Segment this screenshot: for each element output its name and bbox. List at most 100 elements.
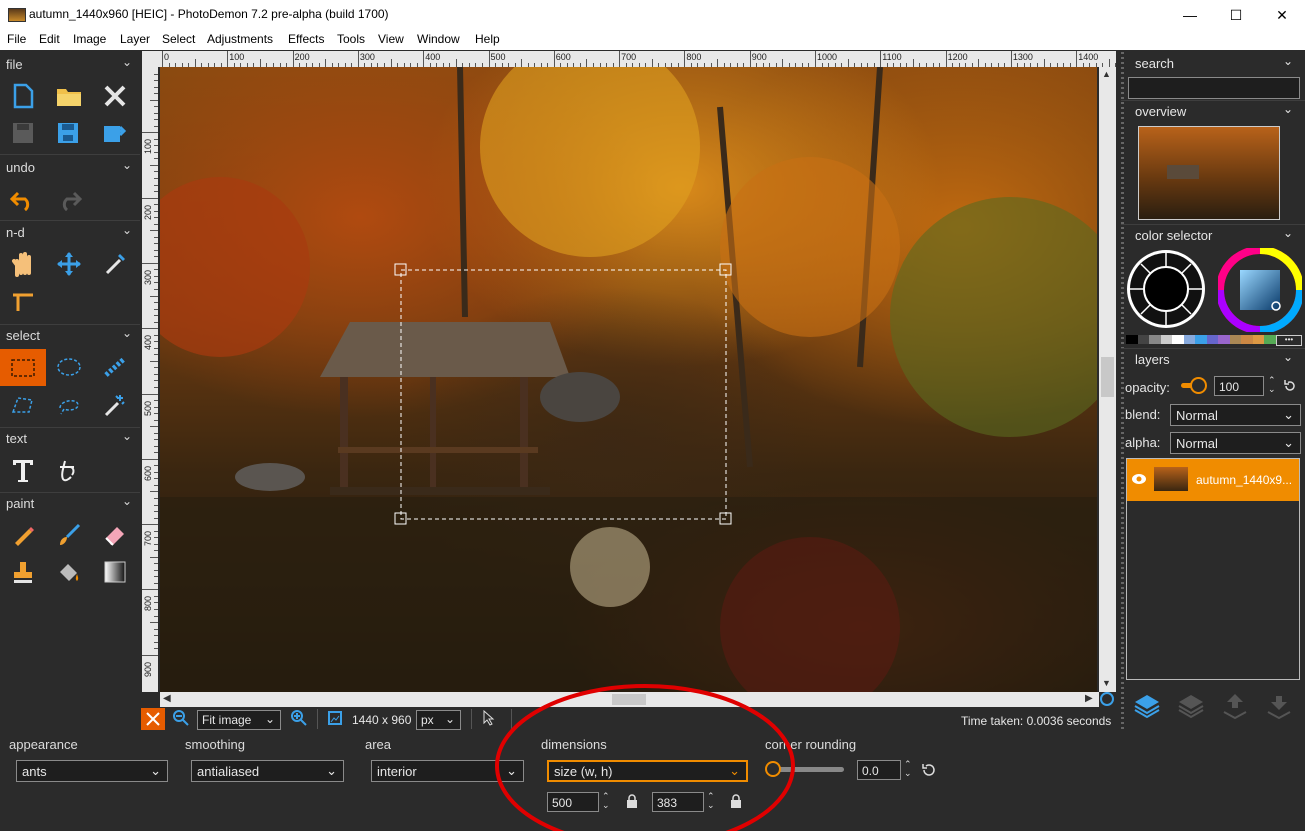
section-file[interactable]: file ⌄ — [0, 54, 140, 74]
reset-opacity-button[interactable] — [1283, 379, 1297, 396]
move-layer-up-button[interactable] — [1221, 692, 1249, 723]
scroll-down-icon[interactable]: ▼ — [1102, 678, 1111, 688]
section-nd[interactable]: n-d ⌄ — [0, 222, 140, 242]
fill-tool-button[interactable] — [47, 554, 91, 590]
section-undo[interactable]: undo ⌄ — [0, 157, 140, 177]
delete-layer-button[interactable] — [1177, 692, 1205, 723]
add-layer-button[interactable] — [1133, 692, 1161, 723]
section-select[interactable]: select ⌄ — [0, 325, 140, 345]
hand-tool-button[interactable] — [1, 246, 45, 282]
menu-window[interactable]: Window — [417, 32, 460, 46]
line-select-button[interactable] — [93, 349, 137, 385]
fit-to-screen-button[interactable] — [141, 708, 165, 730]
menu-select[interactable]: Select — [162, 32, 195, 46]
export-button[interactable] — [93, 115, 137, 151]
slider-knob[interactable] — [1190, 377, 1207, 394]
smoothing-select[interactable]: antialiased ⌄ — [191, 760, 344, 782]
menu-file[interactable]: File — [7, 32, 26, 46]
chevron-down-icon[interactable]: ⌄ — [1283, 54, 1293, 68]
chevron-down-icon[interactable]: ⌄ — [122, 429, 132, 443]
zoom-in-button[interactable] — [291, 710, 307, 729]
measure-tool-button[interactable] — [1, 283, 45, 319]
panel-grip[interactable] — [1121, 52, 1124, 732]
magic-wand-icon — [104, 395, 125, 417]
alpha-mode-select[interactable]: Normal ⌄ — [1170, 432, 1301, 454]
center-view-icon[interactable] — [1100, 692, 1114, 706]
polygon-select-button[interactable] — [1, 387, 45, 423]
gradient-tool-button[interactable] — [93, 554, 137, 590]
zoom-out-button[interactable] — [173, 710, 189, 729]
chevron-down-icon[interactable]: ⌄ — [1283, 102, 1293, 116]
chevron-down-icon[interactable]: ⌄ — [122, 326, 132, 340]
image-canvas[interactable] — [160, 67, 1097, 692]
color-swatches[interactable] — [1126, 335, 1276, 344]
clone-stamp-button[interactable] — [1, 554, 45, 590]
reset-button[interactable] — [921, 762, 937, 781]
menu-adjustments[interactable]: Adjustments — [207, 32, 273, 46]
section-paint[interactable]: paint ⌄ — [0, 493, 140, 513]
ruler-minor-tick — [154, 341, 158, 343]
chevron-down-icon[interactable]: ⌄ — [122, 158, 132, 172]
eraser-tool-button[interactable] — [93, 517, 137, 553]
scrollbar-thumb[interactable] — [1101, 357, 1114, 397]
zoom-select[interactable]: Fit image ⌄ — [197, 710, 281, 730]
move-tool-button[interactable] — [47, 246, 91, 282]
chevron-down-icon[interactable]: ⌄ — [1283, 226, 1293, 240]
pencil-tool-button[interactable] — [1, 517, 45, 553]
opacity-input[interactable]: 100 — [1214, 376, 1264, 396]
close-file-button[interactable] — [93, 78, 137, 114]
hue-color-wheel[interactable] — [1218, 248, 1302, 332]
opacity-spin-buttons[interactable]: ⌃ ⌄ — [1268, 376, 1276, 394]
chevron-down-icon[interactable]: ⌄ — [1283, 350, 1293, 364]
color-picker-button[interactable] — [93, 246, 137, 282]
redo-button[interactable] — [47, 182, 91, 218]
layer-row[interactable]: autumn_1440x9... — [1127, 459, 1299, 501]
maximize-button[interactable]: ☐ — [1213, 0, 1259, 30]
blend-mode-select[interactable]: Normal ⌄ — [1170, 404, 1301, 426]
menu-effects[interactable]: Effects — [288, 32, 324, 46]
new-file-button[interactable] — [1, 78, 45, 114]
corner-rounding-input[interactable]: 0.0 — [857, 760, 901, 780]
menu-view[interactable]: View — [378, 32, 404, 46]
move-layer-down-button[interactable] — [1265, 692, 1293, 723]
overview-thumbnail[interactable] — [1138, 126, 1280, 220]
menu-edit[interactable]: Edit — [39, 32, 60, 46]
open-file-button[interactable] — [47, 78, 91, 114]
undo-button[interactable] — [1, 182, 45, 218]
search-input[interactable] — [1128, 77, 1300, 99]
minimize-button[interactable]: — — [1167, 0, 1213, 30]
menu-help[interactable]: Help — [475, 32, 500, 46]
primary-color-wheel[interactable] — [1125, 248, 1207, 330]
save-as-button[interactable] — [47, 115, 91, 151]
appearance-select[interactable]: ants ⌄ — [16, 760, 168, 782]
layers-list[interactable]: autumn_1440x9... — [1126, 458, 1300, 680]
close-window-button[interactable]: ✕ — [1259, 0, 1305, 30]
ruler-minor-tick — [154, 119, 158, 121]
scroll-up-icon[interactable]: ▲ — [1102, 69, 1111, 79]
scroll-right-icon[interactable]: ▶ — [1085, 693, 1093, 704]
menu-tools[interactable]: Tools — [337, 32, 365, 46]
ruler-label: 800 — [686, 52, 702, 62]
lasso-select-button[interactable] — [47, 387, 91, 423]
magic-wand-button[interactable] — [93, 387, 137, 423]
eye-icon[interactable] — [1131, 473, 1147, 488]
vertical-scrollbar[interactable]: ▲ ▼ — [1099, 67, 1116, 692]
menu-image[interactable]: Image — [73, 32, 106, 46]
menu-layer[interactable]: Layer — [120, 32, 150, 46]
text-tool-button[interactable] — [1, 452, 45, 488]
chevron-down-icon[interactable]: ⌄ — [122, 55, 132, 69]
unit-select[interactable]: px ⌄ — [416, 710, 461, 730]
tool-options-panel: appearance ants ⌄ smoothing antialiased … — [0, 684, 1305, 831]
ellipse-select-button[interactable] — [47, 349, 91, 385]
more-colors-button[interactable]: ••• — [1276, 335, 1302, 346]
save-button[interactable] — [1, 115, 45, 151]
corner-spin-buttons[interactable]: ⌃ ⌄ — [904, 760, 912, 778]
typography-tool-button[interactable] — [47, 452, 91, 488]
brush-tool-button[interactable] — [47, 517, 91, 553]
chevron-down-icon[interactable]: ⌄ — [122, 223, 132, 237]
scroll-left-icon[interactable]: ◀ — [163, 693, 171, 704]
chevron-down-icon[interactable]: ⌄ — [122, 494, 132, 508]
ruler-label: 100 — [143, 139, 153, 155]
section-text[interactable]: text ⌄ — [0, 428, 140, 448]
rectangle-select-button[interactable] — [0, 349, 46, 386]
